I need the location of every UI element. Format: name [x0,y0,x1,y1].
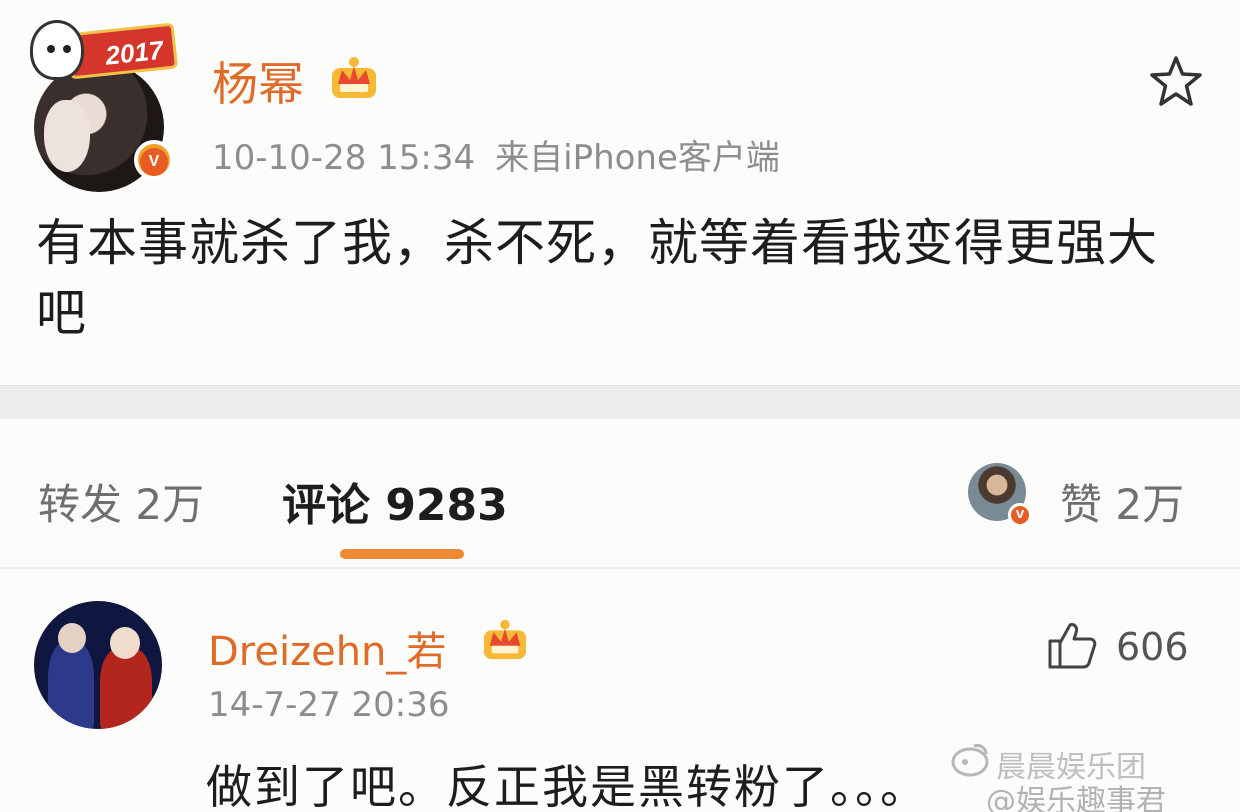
comment-like-count: 606 [1116,625,1189,669]
post-card: 2017 V 杨幂 10-10-28 15:34 来自iPhone客户端 有本事就… [0,0,1240,385]
active-tab-indicator [340,549,464,559]
favorite-star-icon[interactable] [1148,54,1204,110]
post-text: 有本事就杀了我，杀不死，就等着看我变得更强大吧 [36,214,1158,342]
interaction-tabs: 转发 2万 评论 9283 V 赞 2万 [0,419,1240,569]
tab-comment[interactable]: 评论 9283 [282,469,508,533]
post-source: 来自iPhone客户端 [495,138,780,178]
section-divider [0,385,1240,419]
post-meta: 10-10-28 15:34 来自iPhone客户端 [212,130,780,179]
thumbs-up-icon[interactable] [1046,619,1098,671]
mascot-icon [30,20,84,80]
weibo-post-screen: 2017 V 杨幂 10-10-28 15:34 来自iPhone客户端 有本事就… [0,0,1240,812]
post-timestamp: 10-10-28 15:34 [212,138,476,178]
commenter-name[interactable]: Dreizehn_若 [208,619,446,677]
comment-text: 做到了吧。反正我是黑转粉了。。。 [206,760,928,812]
watermark-text-2: @娱乐趣事君 [986,784,1166,812]
commenter-avatar[interactable] [34,601,162,729]
tab-like[interactable]: 赞 2万 [1060,471,1184,532]
crown-vip-icon [332,57,376,98]
liker-verified-icon: V [1008,503,1032,527]
crown-vip-icon [483,619,527,660]
watermark-logo-icon [951,744,989,777]
verified-badge-icon: V [134,140,174,180]
author-avatar[interactable]: 2017 V [28,20,179,192]
comment-timestamp: 14-7-27 20:36 [208,685,450,725]
author-name[interactable]: 杨幂 [212,48,304,114]
tab-repost[interactable]: 转发 2万 [38,471,204,532]
